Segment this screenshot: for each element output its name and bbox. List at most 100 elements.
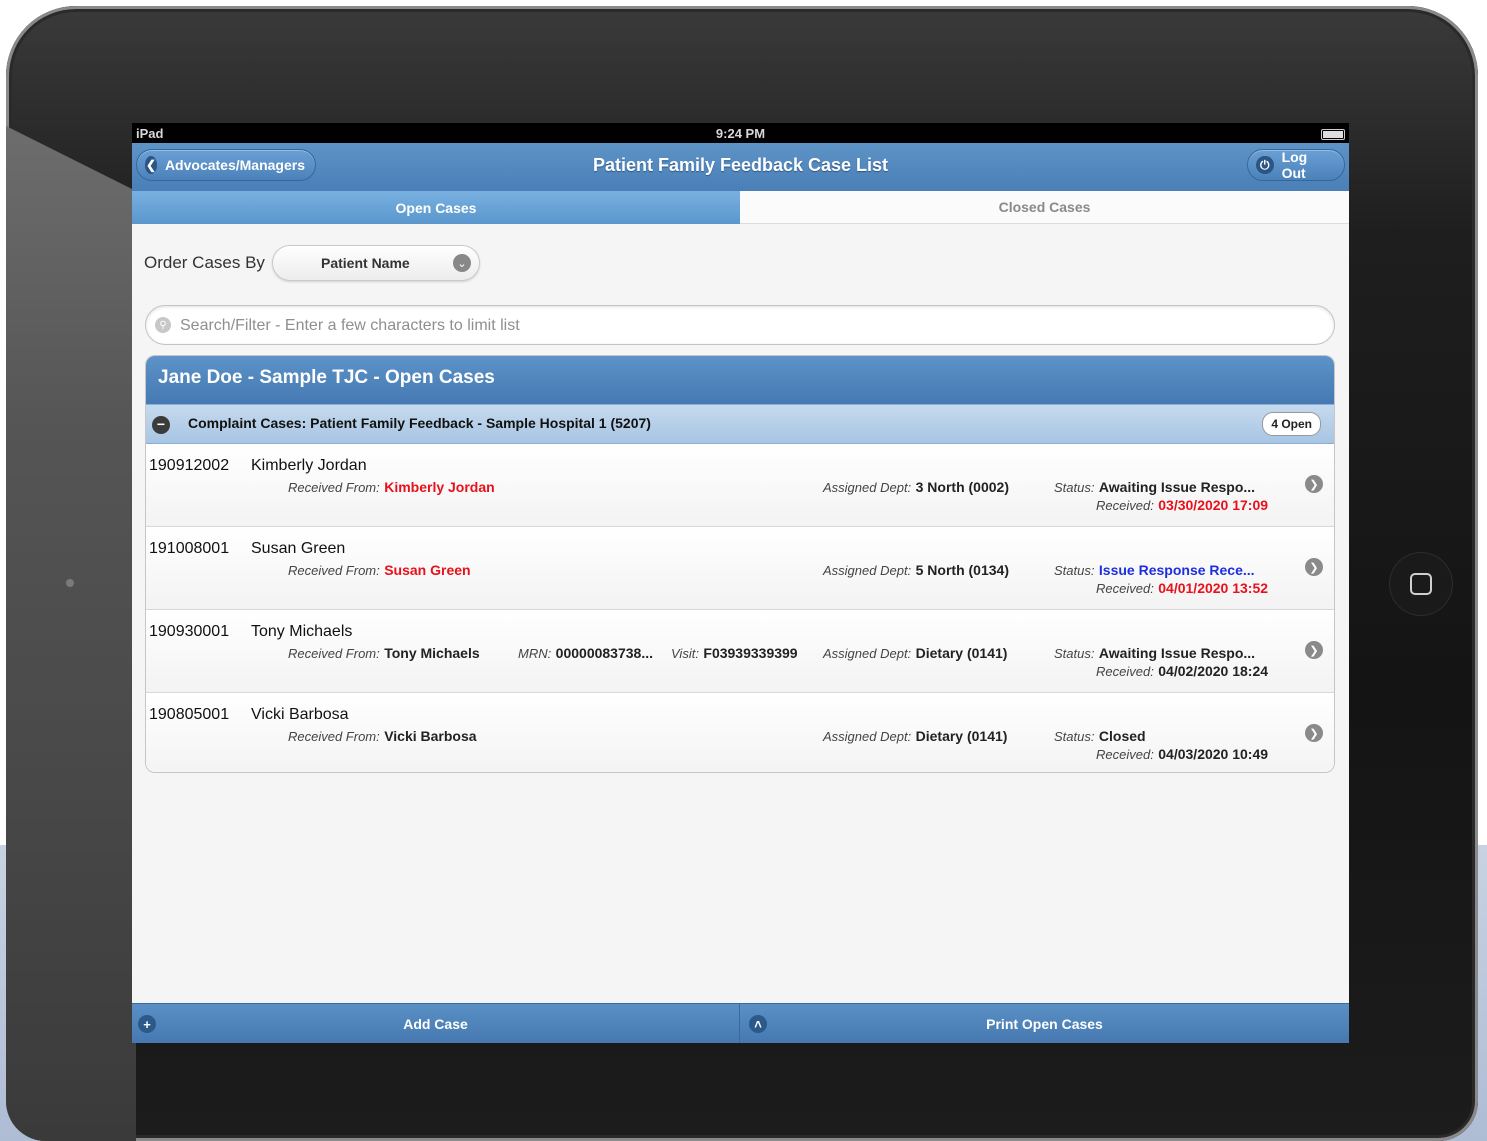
mrn-label: MRN:	[518, 646, 552, 661]
camera-dot	[66, 579, 74, 587]
assigned-dept: Assigned Dept: Dietary (0141)	[823, 645, 1007, 663]
battery-icon	[1321, 129, 1345, 140]
received-from-label: Received From:	[288, 646, 380, 661]
add-case-button[interactable]: + Add Case	[132, 1004, 740, 1043]
open-count-badge: 4 Open	[1262, 412, 1321, 436]
collapse-icon[interactable]: −	[152, 416, 170, 434]
logout-label: Log Out	[1281, 149, 1308, 181]
received-date-value: 04/03/2020 10:49	[1158, 746, 1269, 762]
patient-name: Kimberly Jordan	[251, 457, 367, 474]
patient-name: Vicki Barbosa	[251, 706, 349, 723]
received-label: Received:	[1096, 664, 1154, 679]
ipad-frame: iPad 9:24 PM ❮ Advocates/Managers Patien…	[6, 6, 1478, 1141]
home-square-icon	[1410, 573, 1432, 595]
case-number: 190912002	[149, 457, 230, 474]
received-from: Received From: Susan Green	[288, 562, 471, 580]
clock: 9:24 PM	[715, 126, 766, 141]
status-label: Status:	[1054, 729, 1095, 744]
case-number: 190930001	[149, 623, 230, 640]
tab-open-cases[interactable]: Open Cases	[132, 191, 740, 224]
assigned-dept-value: 5 North (0134)	[915, 562, 1009, 578]
assigned-dept: Assigned Dept: 5 North (0134)	[823, 562, 1009, 580]
order-label: Order Cases By	[144, 253, 265, 272]
received-label: Received:	[1096, 581, 1154, 596]
status-value: Issue Response Rece...	[1098, 562, 1255, 578]
status-label: Status:	[1054, 646, 1095, 661]
assigned-dept: Assigned Dept: 3 North (0002)	[823, 479, 1009, 497]
status-bar: iPad 9:24 PM	[132, 123, 1349, 143]
received-date-value: 04/01/2020 13:52	[1158, 580, 1269, 596]
app-header: ❮ Advocates/Managers Patient Family Feed…	[132, 143, 1349, 192]
search-input[interactable]	[178, 314, 1322, 338]
mrn-value: 00000083738...	[555, 645, 653, 661]
assigned-dept: Assigned Dept: Dietary (0141)	[823, 728, 1007, 746]
received-from: Received From: Kimberly Jordan	[288, 479, 495, 497]
print-label: Print Open Cases	[986, 1016, 1103, 1032]
case-number: 191008001	[149, 540, 230, 557]
received-from-label: Received From:	[288, 480, 380, 495]
home-button[interactable]	[1390, 553, 1452, 615]
group-row[interactable]: − Complaint Cases: Patient Family Feedba…	[146, 404, 1334, 444]
chevron-right-icon[interactable]: ❯	[1305, 724, 1323, 742]
assigned-dept-value: 3 North (0002)	[915, 479, 1009, 495]
print-open-cases-button[interactable]: ˄ Print Open Cases	[740, 1004, 1349, 1043]
case-row[interactable]: 190805001 Vicki Barbosa Received From: V…	[146, 693, 1334, 772]
case-list: Jane Doe - Sample TJC - Open Cases − Com…	[145, 355, 1335, 773]
case-number: 190805001	[149, 706, 230, 723]
visit: Visit: F03939339399	[671, 645, 798, 663]
received-label: Received:	[1096, 747, 1154, 762]
tab-closed-cases[interactable]: Closed Cases	[740, 191, 1349, 224]
status-label: Status:	[1054, 563, 1095, 578]
assigned-dept-label: Assigned Dept:	[823, 480, 912, 495]
footer-bar: + Add Case ˄ Print Open Cases	[132, 1003, 1349, 1043]
received-label: Received:	[1096, 498, 1154, 513]
group-title: Complaint Cases: Patient Family Feedback…	[188, 415, 651, 431]
visit-value: F03939339399	[703, 645, 798, 661]
case-status: Status: Issue Response Rece...	[1054, 562, 1255, 580]
received-date: Received: 03/30/2020 17:09	[1096, 497, 1268, 515]
received-from: Received From: Vicki Barbosa	[288, 728, 477, 746]
received-date-value: 04/02/2020 18:24	[1158, 663, 1269, 679]
chevron-down-icon: ⌄	[453, 254, 471, 272]
add-case-label: Add Case	[403, 1016, 468, 1032]
case-row[interactable]: 191008001 Susan Green Received From: Sus…	[146, 527, 1334, 610]
page-title: Patient Family Feedback Case List	[592, 155, 889, 175]
received-from-label: Received From:	[288, 563, 380, 578]
received-date-value: 03/30/2020 17:09	[1158, 497, 1269, 513]
case-row[interactable]: 190930001 Tony Michaels Received From: T…	[146, 610, 1334, 693]
status-value: Awaiting Issue Respo...	[1098, 645, 1256, 661]
list-title: Jane Doe - Sample TJC - Open Cases	[146, 356, 1334, 404]
received-date: Received: 04/01/2020 13:52	[1096, 580, 1268, 598]
received-date: Received: 04/03/2020 10:49	[1096, 746, 1268, 764]
assigned-dept-label: Assigned Dept:	[823, 563, 912, 578]
bezel-highlight	[6, 126, 136, 1141]
status-value: Closed	[1098, 728, 1146, 744]
logout-button[interactable]: ⏻ Log Out	[1247, 149, 1345, 181]
patient-name: Susan Green	[251, 540, 346, 557]
assigned-dept-value: Dietary (0141)	[915, 728, 1008, 744]
order-select[interactable]: Patient Name ⌄	[272, 245, 480, 281]
assigned-dept-value: Dietary (0141)	[915, 645, 1008, 661]
visit-label: Visit:	[671, 646, 699, 661]
case-row[interactable]: 190912002 Kimberly Jordan Received From:…	[146, 444, 1334, 527]
mrn: MRN: 00000083738...	[518, 645, 653, 663]
case-status: Status: Awaiting Issue Respo...	[1054, 479, 1255, 497]
received-from-value: Susan Green	[384, 562, 471, 578]
case-status: Status: Awaiting Issue Respo...	[1054, 645, 1255, 663]
chevron-right-icon[interactable]: ❯	[1305, 641, 1323, 659]
assigned-dept-label: Assigned Dept:	[823, 646, 912, 661]
chevron-right-icon[interactable]: ❯	[1305, 558, 1323, 576]
received-date: Received: 04/02/2020 18:24	[1096, 663, 1268, 681]
patient-name: Tony Michaels	[251, 623, 353, 640]
search-field[interactable]: ⚲	[145, 305, 1335, 345]
chevron-right-icon[interactable]: ❯	[1305, 475, 1323, 493]
order-select-value: Patient Name	[321, 255, 410, 271]
case-tabs: Open Cases Closed Cases	[132, 191, 1349, 224]
power-icon: ⏻	[1256, 156, 1274, 174]
plus-icon: +	[138, 1015, 156, 1033]
received-from-value: Vicki Barbosa	[384, 728, 477, 744]
status-label: Status:	[1054, 480, 1095, 495]
status-value: Awaiting Issue Respo...	[1098, 479, 1256, 495]
received-from-value: Kimberly Jordan	[384, 479, 495, 495]
chevron-up-icon: ˄	[749, 1015, 767, 1033]
